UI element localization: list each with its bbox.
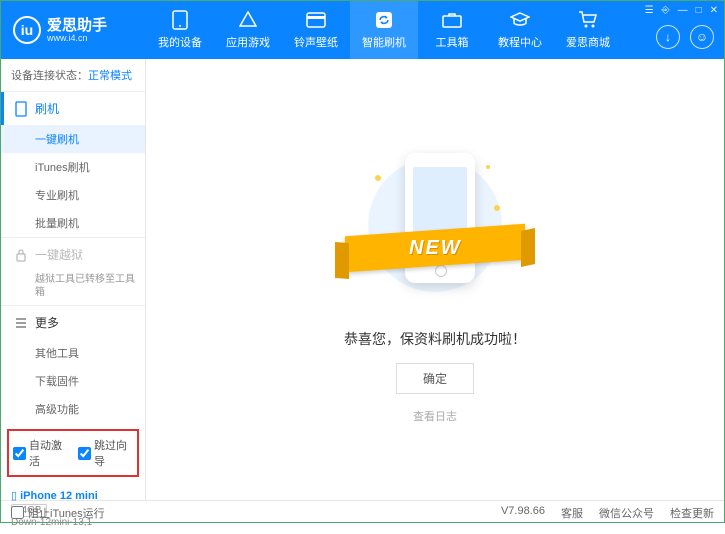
wallet-icon — [306, 10, 326, 30]
minimize-icon[interactable]: — — [678, 5, 688, 16]
list-icon — [15, 317, 27, 329]
app-url: www.i4.cn — [47, 33, 107, 43]
logo-icon: iu — [13, 16, 41, 44]
lock-icon[interactable]: ⎆ — [662, 5, 670, 16]
title-bar: iu 爱思助手 www.i4.cn 我的设备 应用游戏 铃声壁纸 智能刷机 工具… — [1, 1, 724, 59]
toolbox-icon — [442, 10, 462, 30]
phone-icon — [170, 10, 190, 30]
customer-service-link[interactable]: 客服 — [561, 505, 583, 521]
wechat-link[interactable]: 微信公众号 — [599, 505, 654, 521]
refresh-icon — [374, 10, 394, 30]
title-right-icons: ↓ ☺ — [656, 25, 714, 49]
sidebar-flash-head[interactable]: 刷机 — [1, 92, 145, 125]
nav-ringtones[interactable]: 铃声壁纸 — [282, 1, 350, 59]
connection-status: 设备连接状态：正常模式 — [1, 59, 145, 91]
success-message: 恭喜您，保资料刷机成功啦！ — [344, 329, 526, 349]
download-icon[interactable]: ↓ — [656, 25, 680, 49]
sidebar-other-tools[interactable]: 其他工具 — [1, 339, 145, 367]
sidebar-pro-flash[interactable]: 专业刷机 — [1, 181, 145, 209]
checkbox-group: 自动激活 跳过向导 — [7, 429, 139, 477]
phone-icon: ▯ — [11, 490, 17, 502]
window-controls: ☰ ⎆ — □ ✕ — [645, 5, 718, 16]
check-auto-activate[interactable]: 自动激活 — [13, 437, 68, 469]
nav-my-device[interactable]: 我的设备 — [146, 1, 214, 59]
success-illustration: NEW — [355, 135, 515, 315]
main-content: NEW 恭喜您，保资料刷机成功啦！ 确定 查看日志 — [146, 59, 724, 500]
menu-icon[interactable]: ☰ — [645, 5, 654, 16]
sidebar-advanced[interactable]: 高级功能 — [1, 395, 145, 423]
sidebar-more-head[interactable]: 更多 — [1, 306, 145, 339]
close-icon[interactable]: ✕ — [710, 5, 718, 16]
nav-store[interactable]: 爱思商城 — [554, 1, 622, 59]
nav-toolbox[interactable]: 工具箱 — [418, 1, 486, 59]
sidebar-download-fw[interactable]: 下载固件 — [1, 367, 145, 395]
view-log-link[interactable]: 查看日志 — [413, 408, 457, 424]
sidebar-batch-flash[interactable]: 批量刷机 — [1, 209, 145, 237]
top-nav: 我的设备 应用游戏 铃声壁纸 智能刷机 工具箱 教程中心 爱思商城 — [146, 1, 622, 59]
sidebar-itunes-flash[interactable]: iTunes刷机 — [1, 153, 145, 181]
ok-button[interactable]: 确定 — [396, 363, 474, 394]
app-name: 爱思助手 — [47, 18, 107, 33]
sidebar: 设备连接状态：正常模式 刷机 一键刷机 iTunes刷机 专业刷机 批量刷机 一… — [1, 59, 146, 500]
cart-icon — [578, 10, 598, 30]
phone-icon — [15, 101, 27, 117]
lock-icon — [15, 248, 27, 262]
sidebar-jailbreak-head[interactable]: 一键越狱 — [1, 238, 145, 271]
jailbreak-note: 越狱工具已转移至工具箱 — [1, 271, 145, 305]
sidebar-oneclick-flash[interactable]: 一键刷机 — [1, 125, 145, 153]
nav-tutorials[interactable]: 教程中心 — [486, 1, 554, 59]
apps-icon — [238, 10, 258, 30]
nav-apps[interactable]: 应用游戏 — [214, 1, 282, 59]
block-itunes-checkbox[interactable]: 阻止iTunes运行 — [11, 505, 105, 521]
graduation-icon — [510, 10, 530, 30]
version-label: V7.98.66 — [501, 505, 545, 521]
nav-flash[interactable]: 智能刷机 — [350, 1, 418, 59]
user-icon[interactable]: ☺ — [690, 25, 714, 49]
check-update-link[interactable]: 检查更新 — [670, 505, 714, 521]
logo: iu 爱思助手 www.i4.cn — [1, 16, 146, 44]
check-skip-guide[interactable]: 跳过向导 — [78, 437, 133, 469]
maximize-icon[interactable]: □ — [696, 5, 702, 16]
